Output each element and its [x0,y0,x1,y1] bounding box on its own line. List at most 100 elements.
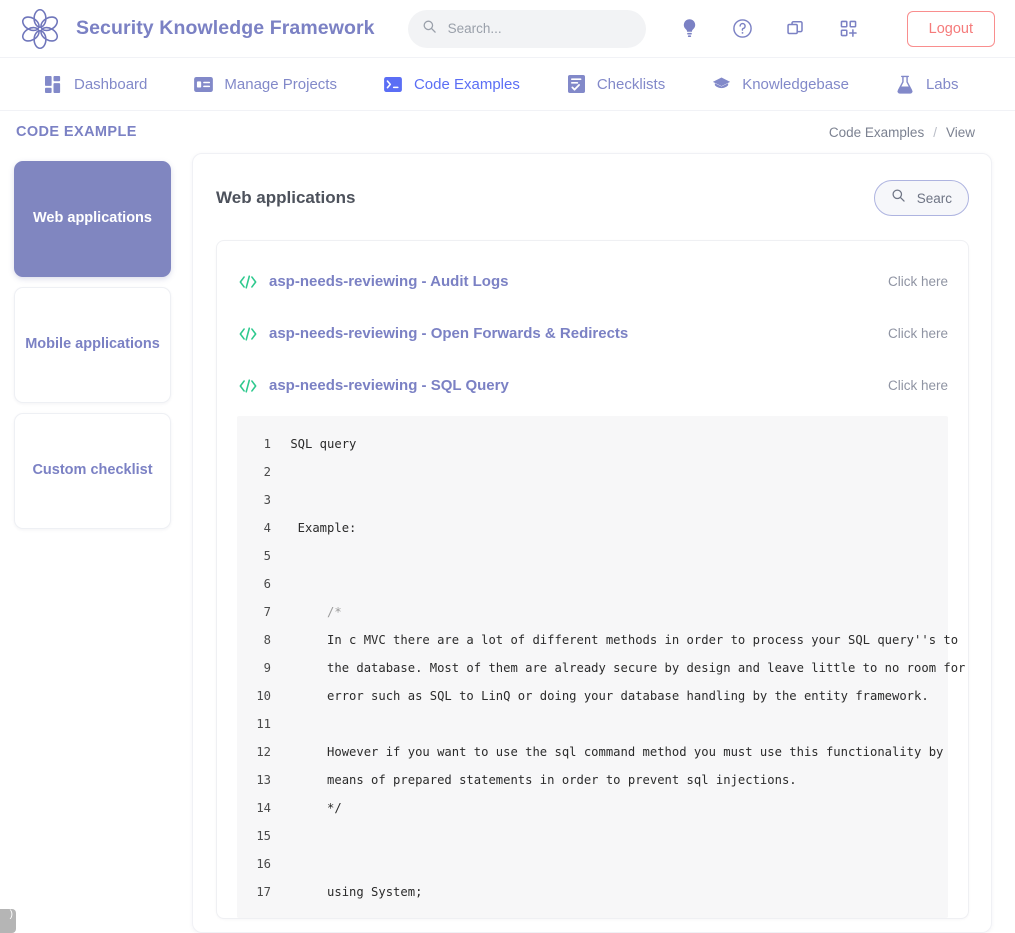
sidebar-card-custom-checklist[interactable]: Custom checklist [14,413,171,529]
main-content-panel: Web applications Searc asp-needs-reviewi… [192,153,992,933]
logout-button[interactable]: Logout [906,10,995,47]
flower-logo-icon [18,7,62,51]
code-line: 6 [237,570,948,598]
line-text: */ [283,801,342,815]
nav-item-dashboard[interactable]: Dashboard [44,75,147,94]
line-number: 12 [256,745,271,759]
code-line: 4 Example: [237,514,948,542]
page-header-strip: CODE EXAMPLE Code Examples / View [0,111,1015,153]
code-line: 8 In c MVC there are a lot of different … [237,626,958,654]
checklist-icon [567,75,586,94]
sidebar-card-label: Mobile applications [25,336,160,353]
search-icon [422,19,437,39]
grid-plus-icon[interactable] [837,17,861,41]
nav-label-code-examples: Code Examples [413,75,520,93]
breadcrumb-separator: / [933,124,937,140]
breadcrumb-item-code-examples[interactable]: Code Examples [829,125,924,140]
nav-item-checklists[interactable]: Checklists [567,75,665,94]
line-number: 11 [256,717,271,731]
sidebar-card-web-applications[interactable]: Web applications [14,161,171,277]
app-title: Security Knowledge Framework [76,17,375,39]
code-line: 14 */ [237,794,948,822]
search-input[interactable] [447,21,632,36]
projects-card-icon [194,75,214,94]
code-viewer[interactable]: 1 SQL query 2 3 4 Example: 5 6 7 /* 8 In… [237,416,966,918]
line-number: 16 [256,857,271,871]
line-number: 8 [263,633,271,647]
line-text: using System; [283,885,423,899]
code-line: 15 [237,822,948,850]
code-line: 11 [237,710,948,738]
search-icon [891,188,906,208]
sidebar-card-label: Custom checklist [32,462,153,479]
nav-item-code-examples[interactable]: Code Examples [384,75,520,94]
line-number: 17 [256,885,271,899]
breadcrumb: Code Examples / View [829,125,975,140]
dashboard-grid-icon [44,75,63,94]
sidebar-card-mobile-applications[interactable]: Mobile applications [14,287,171,403]
line-number: 5 [263,549,271,563]
content-header: Web applications Searc [216,180,969,240]
breadcrumb-item-view: View [945,124,975,140]
line-text: Example: [283,521,357,535]
list-item[interactable]: asp-needs-reviewing - SQL Query Click he… [237,367,948,405]
line-number: 6 [263,577,271,591]
code-line: 5 [237,542,948,570]
line-number: 10 [256,689,271,703]
code-line: 16 [237,850,948,878]
line-text: the database. Most of them are already s… [283,661,966,675]
line-text: However if you want to use the sql comma… [283,745,944,759]
category-sidebar: Web applications Mobile applications Cus… [14,153,171,539]
question-circle-icon[interactable] [731,17,755,41]
list-item-title: asp-needs-reviewing - Audit Logs [269,273,509,290]
code-line: 3 [237,486,948,514]
main-nav: Dashboard Manage Projects Code Examples [0,58,1015,111]
line-text: /* [283,605,342,619]
lightbulb-icon[interactable] [678,17,702,41]
nav-item-manage-projects[interactable]: Manage Projects [194,75,337,94]
sidebar-card-label: Web applications [33,210,152,227]
list-item-action[interactable]: Click here [888,274,948,289]
line-number: 4 [263,521,271,535]
page-title: CODE EXAMPLE [16,124,137,140]
header-actions: Logout [678,10,995,47]
code-tags-icon [237,378,259,393]
nav-item-knowledgebase[interactable]: Knowledgebase [712,75,849,94]
global-search[interactable] [407,9,646,48]
content-title: Web applications [216,188,356,207]
code-tags-icon [237,274,259,289]
line-number: 14 [256,801,271,815]
line-number: 9 [263,661,271,675]
list-item-title: asp-needs-reviewing - Open Forwards & Re… [269,325,629,342]
content-search-button[interactable]: Searc [873,180,969,216]
app-header: Security Knowledge Framework Search... L… [0,0,1015,58]
list-item[interactable]: asp-needs-reviewing - Audit Logs Click h… [237,263,948,301]
line-number: 7 [263,605,271,619]
nav-label-labs: Labs [925,75,959,93]
line-number: 1 [263,437,271,451]
list-item-title: asp-needs-reviewing - SQL Query [269,377,509,394]
copy-icon[interactable] [784,17,808,41]
line-number: 2 [263,465,271,479]
nav-label-manage-projects: Manage Projects [224,75,337,93]
code-line: 13 means of prepared statements in order… [237,766,948,794]
code-tags-icon [237,326,259,341]
nav-label-checklists: Checklists [596,75,666,93]
brand[interactable]: Security Knowledge Framework [18,7,375,51]
code-line: 12 However if you want to use the sql co… [237,738,948,766]
terminal-icon [384,75,403,94]
list-item[interactable]: asp-needs-reviewing - Open Forwards & Re… [237,315,948,353]
flask-icon [896,75,915,94]
code-line: 1 SQL query [237,430,948,458]
line-text: means of prepared statements in order to… [283,773,797,787]
corner-badge[interactable]: ) [0,909,16,933]
list-item-action[interactable]: Click here [888,326,948,341]
list-item-action[interactable]: Click here [888,378,948,393]
code-line: 9 the database. Most of them are already… [237,654,966,682]
nav-item-labs[interactable]: Labs [896,75,959,94]
line-number: 15 [256,829,271,843]
code-line: 10 error such as SQL to LinQ or doing yo… [237,682,948,710]
code-line: 7 /* [237,598,948,626]
line-number: 3 [263,493,271,507]
code-line: 2 [237,458,948,486]
